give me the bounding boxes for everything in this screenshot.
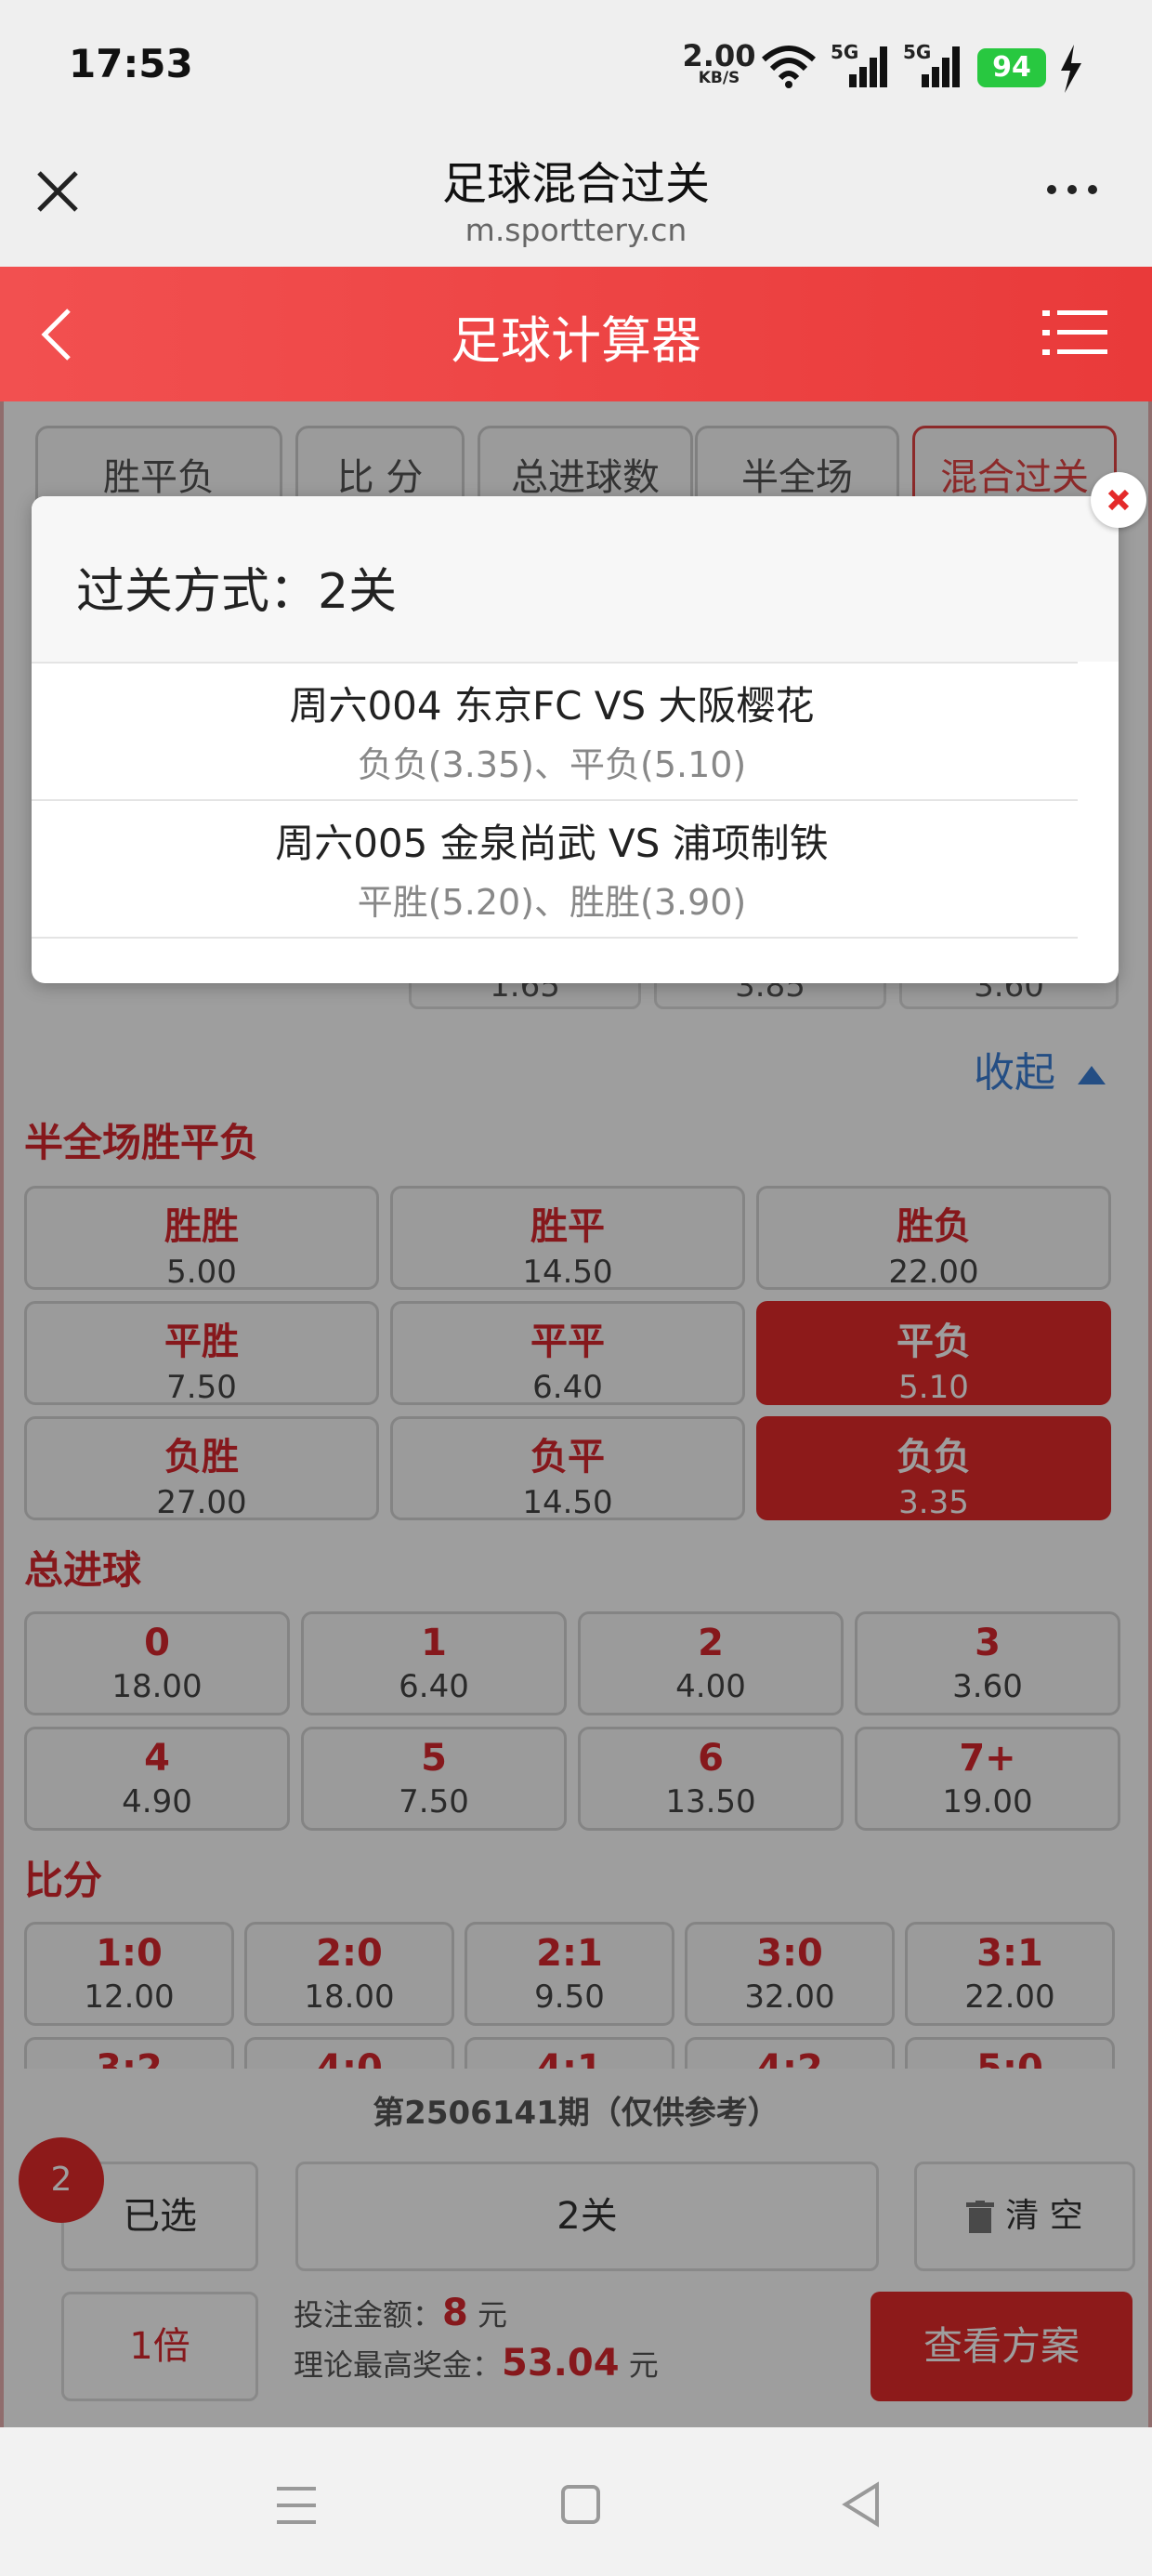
net-speed-value: 2.00 [682, 38, 756, 73]
popup-close-icon[interactable] [1091, 472, 1146, 528]
recent-apps-icon[interactable] [275, 2485, 318, 2526]
match-line: 周六004 东京FC VS 大阪樱花 [289, 683, 815, 729]
divider [32, 662, 1078, 664]
page-url: m.sporttery.cn [465, 212, 687, 248]
match-picks: 负负(3.35)、平负(5.10) [357, 744, 747, 785]
wifi-icon [762, 46, 816, 88]
popup-title: 过关方式：2关 [76, 564, 398, 620]
match-picks: 平胜(5.20)、胜胜(3.90) [357, 882, 747, 923]
page-title: 足球混合过关 [441, 158, 710, 210]
back-nav-icon[interactable] [840, 2481, 883, 2528]
divider [32, 799, 1078, 801]
status-time: 17:53 [69, 41, 193, 86]
net-speed: 2.00 KB/S [682, 41, 756, 86]
list-menu-icon[interactable] [1042, 307, 1107, 359]
more-icon[interactable] [1044, 178, 1100, 201]
parlay-popup: 过关方式：2关 周六004 东京FC VS 大阪樱花 负负(3.35)、平负(5… [32, 496, 1119, 983]
calculator-title: 足球计算器 [451, 311, 701, 370]
charging-icon [1061, 45, 1081, 93]
signal-2-label: 5G [903, 41, 932, 63]
divider [32, 937, 1078, 939]
match-line: 周六005 金泉尚武 VS 浦项制铁 [275, 821, 829, 866]
signal-1: 5G [831, 41, 890, 93]
signal-2: 5G [903, 41, 962, 93]
battery-level: 94 [977, 48, 1046, 87]
home-icon[interactable] [559, 2483, 602, 2526]
signal-1-label: 5G [831, 41, 859, 63]
